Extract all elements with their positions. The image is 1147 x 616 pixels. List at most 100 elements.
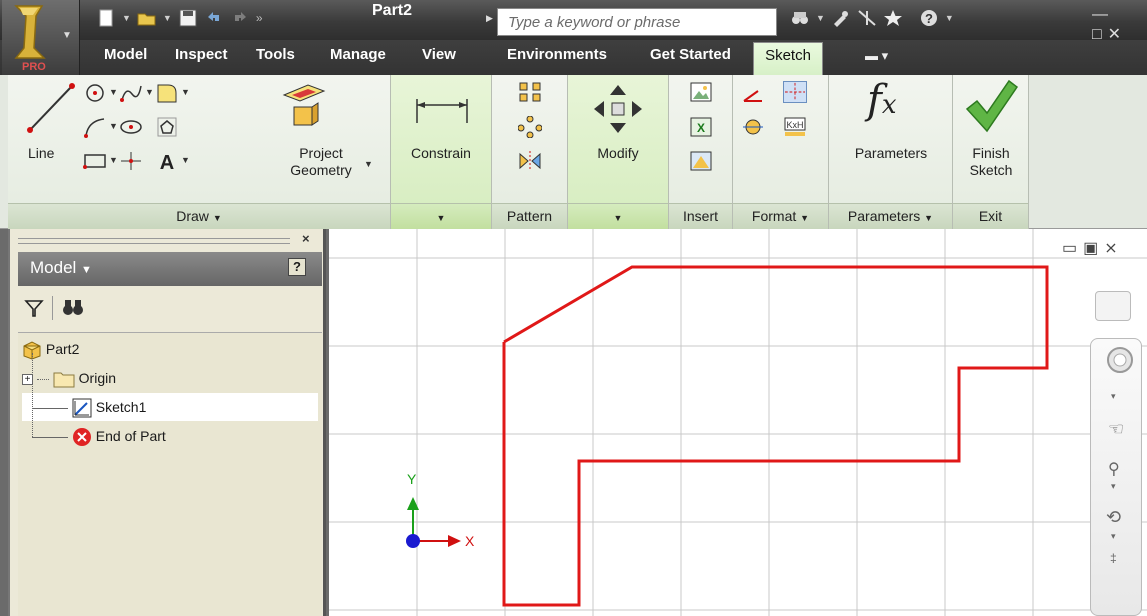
search-input[interactable]: Type a keyword or phrase bbox=[497, 8, 777, 36]
tab-manage[interactable]: Manage bbox=[330, 46, 386, 63]
zoom-icon[interactable]: ⚲ bbox=[1108, 459, 1120, 479]
tree-node-end-of-part[interactable]: End of Part bbox=[22, 422, 166, 450]
tab-inspect[interactable]: Inspect bbox=[175, 46, 228, 63]
constrain-panel-dropdown[interactable]: ▼ bbox=[391, 203, 491, 229]
tab-sketch[interactable]: Sketch bbox=[753, 42, 823, 75]
tree-node-sketch1[interactable]: Sketch1 bbox=[22, 393, 318, 421]
point-tool-icon[interactable] bbox=[119, 150, 143, 172]
constrain-dimension-icon[interactable] bbox=[413, 95, 471, 125]
insert-acad-icon[interactable] bbox=[689, 150, 713, 172]
chevron-down-icon[interactable]: ▼ bbox=[181, 155, 190, 165]
browser-help-icon[interactable]: ? bbox=[288, 258, 306, 276]
format-panel-label[interactable]: Format ▼ bbox=[733, 203, 828, 229]
chevron-down-icon[interactable]: ▼ bbox=[109, 155, 118, 165]
tab-view[interactable]: View bbox=[422, 46, 456, 63]
favorites-star-icon[interactable] bbox=[883, 9, 903, 27]
chevron-down-icon[interactable]: ▼ bbox=[163, 13, 172, 23]
viewcube-icon[interactable] bbox=[1095, 291, 1131, 321]
minimize-icon[interactable]: ▭ bbox=[1062, 240, 1083, 257]
arc-tool-icon[interactable] bbox=[83, 116, 107, 138]
modify-button-label[interactable]: Modify bbox=[568, 145, 668, 162]
chevron-down-icon[interactable]: ▼ bbox=[109, 87, 118, 97]
extra-tabs-menu[interactable]: ▬ ▾ bbox=[865, 48, 888, 64]
mirror-icon[interactable] bbox=[518, 150, 542, 172]
chevron-down-icon[interactable]: ▼ bbox=[109, 121, 118, 131]
subscription-icon[interactable] bbox=[831, 9, 851, 27]
close-icon[interactable]: × bbox=[302, 231, 310, 246]
browser-header[interactable]: Model ▼ bbox=[18, 252, 322, 286]
parameters-button-label[interactable]: Parameters bbox=[829, 145, 953, 162]
chevron-down-icon[interactable]: ▾ bbox=[1111, 531, 1116, 542]
parameters-fx-icon[interactable]: fx bbox=[867, 77, 896, 123]
search-expand-icon[interactable]: ▶ bbox=[486, 13, 493, 24]
center-point-icon[interactable] bbox=[741, 116, 765, 138]
chevron-down-icon[interactable]: ▼ bbox=[122, 13, 131, 23]
close-icon[interactable]: ⨯ bbox=[1104, 240, 1123, 257]
constrain-button-label[interactable]: Constrain bbox=[391, 145, 491, 162]
parameters-panel-label[interactable]: Parameters ▼ bbox=[829, 203, 952, 229]
driven-dimension-icon[interactable]: KxH bbox=[783, 116, 807, 138]
rectangular-pattern-icon[interactable] bbox=[518, 81, 542, 103]
sketch-canvas[interactable]: X Y bbox=[329, 229, 1147, 616]
circular-pattern-icon[interactable] bbox=[518, 116, 542, 138]
binoculars-icon[interactable] bbox=[790, 9, 810, 27]
ellipse-tool-icon[interactable] bbox=[119, 116, 143, 138]
open-folder-icon[interactable] bbox=[137, 9, 157, 27]
chevron-down-icon[interactable]: ▼ bbox=[816, 13, 825, 23]
filter-icon[interactable] bbox=[24, 298, 44, 318]
centerline-icon[interactable] bbox=[783, 81, 807, 103]
tab-environments[interactable]: Environments bbox=[507, 46, 607, 63]
text-tool-icon[interactable]: A bbox=[155, 150, 179, 172]
finish-sketch-label[interactable]: Finish Sketch bbox=[953, 145, 1029, 179]
customize-nav-icon[interactable]: ‡ bbox=[1110, 551, 1117, 565]
modify-panel-dropdown[interactable]: ▼ bbox=[568, 203, 668, 229]
more-commands-icon[interactable]: » bbox=[256, 11, 263, 25]
tab-model[interactable]: Model bbox=[104, 46, 147, 63]
minimize-icon[interactable]: — bbox=[1092, 6, 1114, 23]
chevron-down-icon[interactable]: ▼ bbox=[364, 159, 373, 169]
project-geometry-icon[interactable] bbox=[278, 81, 330, 133]
chevron-down-icon[interactable]: ▼ bbox=[145, 87, 154, 97]
spline-tool-icon[interactable] bbox=[119, 82, 143, 104]
exit-panel-label[interactable]: Exit bbox=[953, 203, 1028, 229]
new-document-icon[interactable] bbox=[96, 9, 116, 27]
insert-panel-label[interactable]: Insert bbox=[669, 203, 732, 229]
orbit-icon[interactable]: ⟲ bbox=[1106, 507, 1121, 528]
finish-sketch-checkmark-icon[interactable] bbox=[963, 79, 1019, 135]
line-button-label[interactable]: Line bbox=[28, 145, 54, 162]
insert-image-icon[interactable] bbox=[689, 81, 713, 103]
help-icon[interactable]: ? bbox=[919, 9, 939, 27]
communication-center-icon[interactable] bbox=[857, 9, 877, 27]
chevron-down-icon[interactable]: ▼ bbox=[945, 13, 954, 23]
chevron-down-icon[interactable]: ▼ bbox=[181, 87, 190, 97]
polygon-tool-icon[interactable] bbox=[155, 116, 179, 138]
circle-tool-icon[interactable] bbox=[83, 82, 107, 104]
restore-icon[interactable]: ▣ bbox=[1083, 240, 1104, 257]
fillet-tool-icon[interactable] bbox=[155, 82, 179, 104]
tree-node-origin[interactable]: + Origin bbox=[22, 364, 116, 392]
steering-wheel-icon[interactable] bbox=[1105, 345, 1135, 375]
redo-icon[interactable] bbox=[230, 9, 250, 27]
project-geometry-label[interactable]: Project Geometry bbox=[276, 145, 366, 179]
pan-hand-icon[interactable]: ☜ bbox=[1108, 419, 1124, 440]
insert-points-excel-icon[interactable]: X bbox=[689, 116, 713, 138]
pane-drag-handle[interactable] bbox=[18, 238, 290, 244]
format-panel: KxH Format ▼ bbox=[733, 75, 829, 229]
application-menu-button[interactable]: ▼ PRO bbox=[2, 0, 80, 75]
find-binoculars-icon[interactable] bbox=[62, 297, 84, 317]
rectangle-tool-icon[interactable] bbox=[83, 150, 107, 172]
tab-tools[interactable]: Tools bbox=[256, 46, 295, 63]
draw-panel-label[interactable]: Draw ▼ bbox=[8, 203, 390, 229]
sketch-profile[interactable] bbox=[502, 265, 1049, 607]
move-arrows-icon[interactable] bbox=[592, 83, 644, 135]
chevron-down-icon[interactable]: ▾ bbox=[1111, 481, 1116, 492]
origin-point-icon[interactable] bbox=[406, 534, 420, 548]
tree-node-part2[interactable]: Part2 bbox=[22, 335, 79, 363]
undo-icon[interactable] bbox=[204, 9, 224, 27]
pattern-panel-label[interactable]: Pattern bbox=[492, 203, 567, 229]
chevron-down-icon[interactable]: ▾ bbox=[1111, 391, 1116, 402]
save-icon[interactable] bbox=[178, 9, 198, 27]
construction-icon[interactable] bbox=[741, 83, 765, 105]
tab-get-started[interactable]: Get Started bbox=[650, 46, 731, 63]
line-tool-icon[interactable] bbox=[22, 80, 78, 136]
